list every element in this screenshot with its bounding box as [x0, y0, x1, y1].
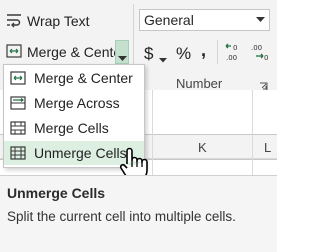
increase-decimal-button[interactable]: 0 .00	[224, 42, 246, 67]
merge-across-icon	[10, 95, 26, 114]
menu-item-label: Merge Across	[34, 95, 120, 111]
percent-style-button[interactable]: %	[176, 44, 191, 64]
increase-decimal-icon: 0 .00	[224, 42, 246, 67]
column-header-k[interactable]: K	[198, 140, 207, 155]
number-format-dropdown[interactable]: General	[139, 9, 270, 31]
svg-text:0: 0	[233, 44, 237, 52]
percent-symbol: %	[176, 44, 192, 63]
tooltip-title: Unmerge Cells	[7, 185, 106, 201]
decrease-decimal-icon: .00 0	[250, 42, 272, 67]
menu-item-label: Merge & Center	[34, 70, 133, 86]
decrease-decimal-button[interactable]: .00 0	[250, 42, 272, 67]
tooltip-body: Split the current cell into multiple cel…	[7, 209, 236, 224]
tooltip: Unmerge Cells Split the current cell int…	[0, 175, 277, 252]
column-header-l[interactable]: L	[264, 140, 271, 155]
comma-style-button[interactable]: ,	[201, 40, 206, 61]
wrap-text-button[interactable]: Wrap Text	[6, 11, 90, 31]
accounting-format-dropdown[interactable]	[159, 50, 167, 66]
unmerge-cells-icon	[10, 145, 26, 164]
menu-item-label: Unmerge Cells	[34, 145, 127, 161]
menu-item-label: Merge Cells	[34, 120, 109, 136]
chevron-down-icon	[256, 15, 265, 25]
currency-symbol: $	[144, 44, 154, 63]
menu-item-merge-cells[interactable]: Merge Cells	[4, 116, 144, 140]
chevron-down-icon	[159, 50, 167, 66]
wrap-text-icon	[6, 12, 22, 31]
ribbon-separator	[217, 40, 218, 64]
wrap-text-label: Wrap Text	[27, 13, 90, 29]
merge-center-button[interactable]: Merge & Center	[6, 42, 126, 62]
merge-center-icon	[6, 43, 22, 62]
merge-center-label: Merge & Center	[27, 44, 126, 60]
merge-center-dropdown-arrow[interactable]	[115, 40, 129, 64]
merge-center-icon	[10, 70, 26, 89]
svg-text:.00: .00	[251, 44, 262, 52]
number-group-label: Number	[176, 76, 223, 91]
svg-text:.00: .00	[226, 54, 237, 62]
accounting-format-button[interactable]: $	[144, 44, 153, 64]
svg-text:0: 0	[264, 54, 268, 62]
comma-symbol: ,	[201, 40, 207, 60]
menu-item-merge-across[interactable]: Merge Across	[4, 91, 144, 115]
number-format-value: General	[144, 12, 194, 28]
menu-item-merge-center[interactable]: Merge & Center	[4, 66, 144, 90]
merge-cells-icon	[10, 120, 26, 139]
